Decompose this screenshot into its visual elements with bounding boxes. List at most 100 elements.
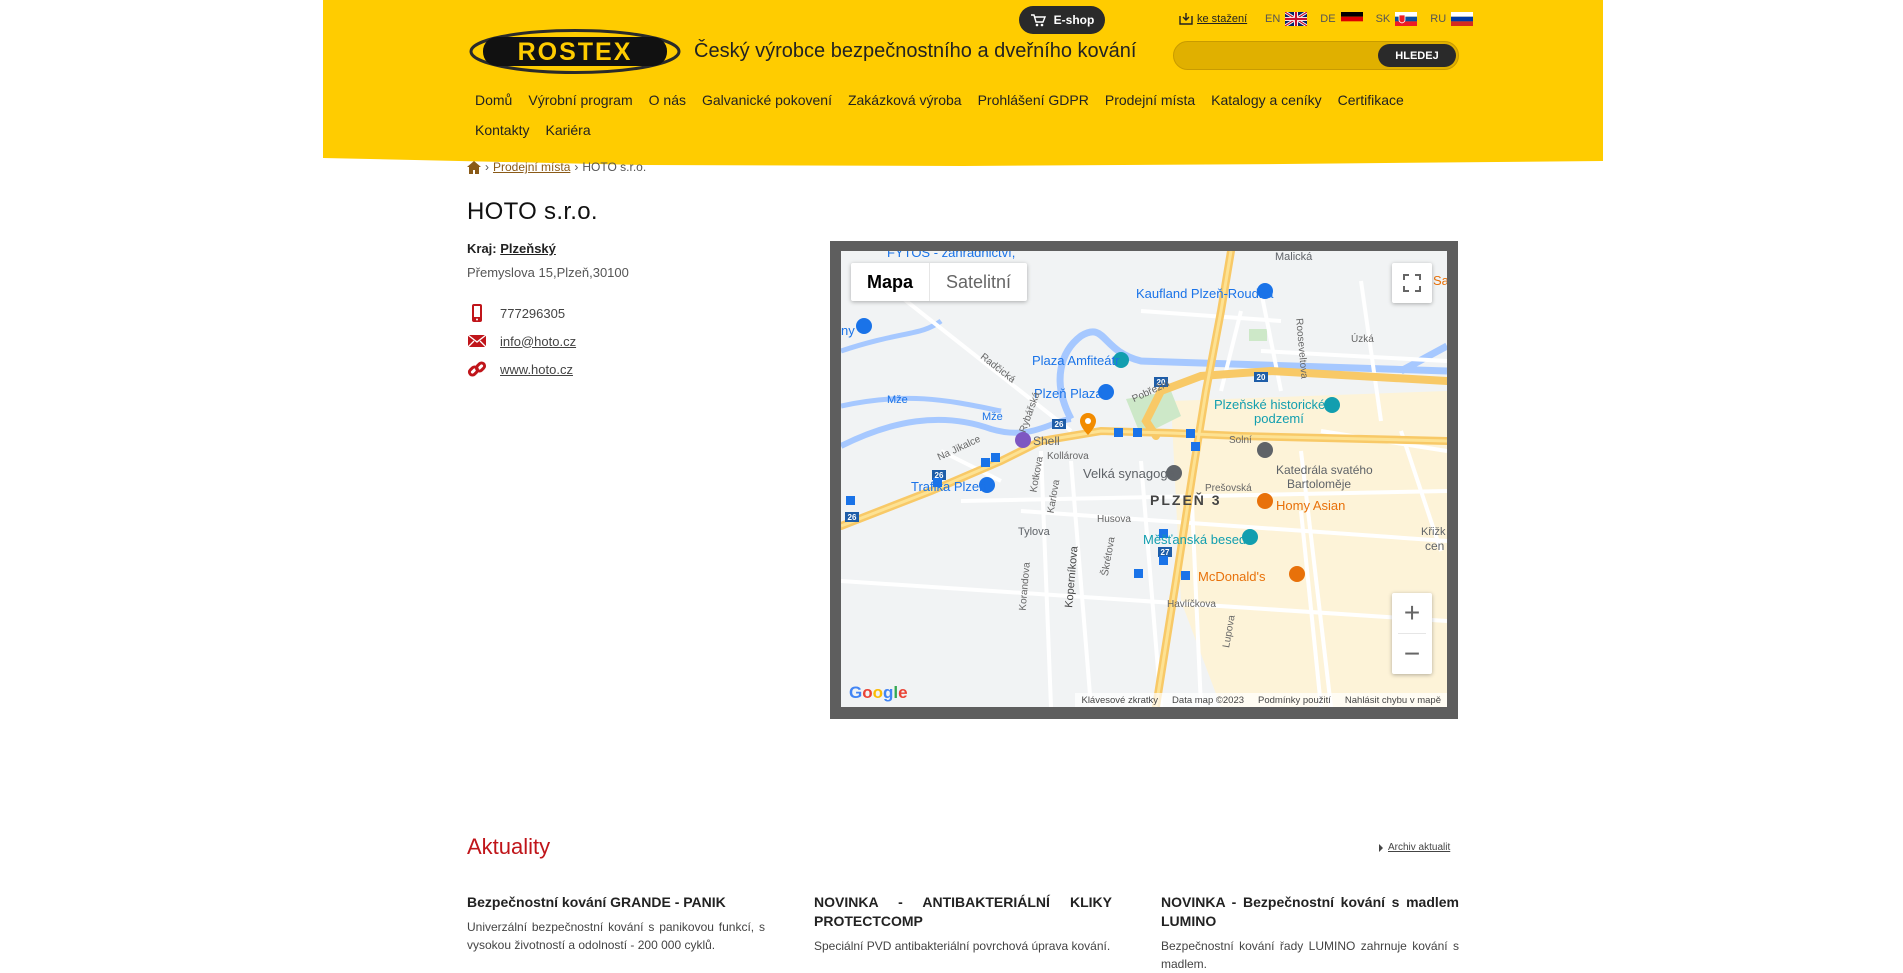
google-map[interactable]: 20 20 26 26 26 27 FYTOS - zahradnictví, … (841, 251, 1447, 707)
map-label: FYTOS - zahradnictví, (887, 251, 1016, 260)
logo-text: ROSTEX (518, 38, 633, 66)
news-item-text: Univerzální bezpečnostní kování s paniko… (467, 920, 765, 952)
region: Kraj: Plzeňský (467, 241, 556, 256)
route-27: 27 (1161, 548, 1170, 557)
map-label: Katedrála svatého (1276, 463, 1373, 477)
search-button[interactable]: HLEDEJ (1378, 44, 1456, 67)
ru-flag-icon[interactable] (1451, 12, 1474, 26)
report-error-link[interactable]: Nahlásit chybu v mapě (1345, 695, 1441, 706)
search-input[interactable] (1186, 42, 1350, 71)
lang-sk[interactable]: SK (1376, 13, 1391, 25)
phone-number: 777296305 (500, 305, 566, 321)
email-link[interactable]: info@hoto.cz (500, 334, 576, 349)
map-label: Shell (1033, 434, 1060, 448)
map-label: Trafika Plzeň (911, 479, 987, 494)
phone-icon (472, 304, 482, 322)
nav-item-kontakty[interactable]: Kontakty (467, 122, 537, 139)
web-link[interactable]: www.hoto.cz (500, 362, 573, 377)
map-label: Plzeň Plaza (1034, 386, 1103, 401)
site-tagline: Český výrobce bezpečnostního a dveřního … (694, 40, 1137, 62)
news-item-title[interactable]: NOVINKA - Bezpečnostní kování s madlem L… (1161, 893, 1459, 931)
envelope-icon (467, 334, 487, 348)
nav-item-certifikace[interactable]: Certifikace (1330, 92, 1412, 109)
nav-item-katalogy[interactable]: Katalogy a ceníky (1203, 92, 1330, 109)
zoom-out-button[interactable]: − (1392, 634, 1432, 674)
map-label: Mže (982, 411, 1003, 423)
nav-item-galvanicke-pokoveni[interactable]: Galvanické pokovení (694, 92, 840, 109)
lang-de[interactable]: DE (1320, 13, 1335, 25)
nav-item-gdpr[interactable]: Prohlášení GDPR (970, 92, 1097, 109)
map-type-map-button[interactable]: Mapa (851, 263, 929, 301)
fullscreen-icon (1403, 274, 1421, 292)
region-label: Kraj: (467, 241, 497, 256)
breadcrumb-separator: › (485, 160, 489, 174)
breadcrumb: › Prodejní místa › HOTO s.r.o. (467, 160, 646, 174)
rostex-logo[interactable]: ROSTEX (468, 28, 682, 75)
breadcrumb-link-prodejni-mista[interactable]: Prodejní místa (493, 160, 570, 174)
lang-en[interactable]: EN (1265, 13, 1280, 25)
region-link[interactable]: Plzeňský (500, 241, 556, 256)
zoom-control: + − (1392, 593, 1432, 674)
lang-ru[interactable]: RU (1430, 13, 1446, 25)
route-20-b: 20 (1257, 373, 1266, 382)
map-attribution: Klávesové zkratky Data map ©2023 Podmínk… (1075, 693, 1447, 707)
nav-item-vyrobni-program[interactable]: Výrobní program (520, 92, 640, 109)
download-label[interactable]: ke stažení (1197, 13, 1247, 25)
keyboard-shortcuts-link[interactable]: Klávesové zkratky (1081, 695, 1158, 706)
sk-flag-icon[interactable] (1395, 12, 1418, 26)
map-label: Křižk (1421, 526, 1446, 538)
uk-flag-icon[interactable] (1284, 10, 1309, 28)
email-row: info@hoto.cz (467, 331, 576, 351)
news-item-title[interactable]: NOVINKA - ANTIBAKTERIÁLNÍ KLIKY PROTECTC… (814, 893, 1112, 931)
map-label: Homy Asian (1276, 498, 1346, 513)
language-switcher: EN DE SK RU (1265, 10, 1481, 28)
map-frame: 20 20 26 26 26 27 FYTOS - zahradnictví, … (830, 241, 1458, 719)
nav-item-o-nas[interactable]: O nás (641, 92, 694, 109)
main-nav: Domů Výrobní program O nás Galvanické po… (467, 92, 1457, 139)
map-type-control: Mapa Satelitní (851, 263, 1028, 301)
news-item-title[interactable]: Bezpečnostní kování GRANDE - PANIK (467, 893, 765, 912)
map-label: Sa (1433, 273, 1447, 288)
chevron-right-icon (1379, 843, 1383, 852)
map-type-satellite-button[interactable]: Satelitní (929, 263, 1027, 301)
zoom-in-button[interactable]: + (1392, 593, 1432, 633)
map-label: Tylova (1018, 526, 1050, 538)
web-row: www.hoto.cz (467, 359, 573, 379)
map-label: Solní (1229, 435, 1252, 446)
terms-link[interactable]: Podmínky použití (1258, 695, 1331, 706)
map-label: Malická (1275, 251, 1313, 263)
page-title: HOTO s.r.o. (467, 198, 598, 225)
address: Přemyslova 15,Plzeň,30100 (467, 265, 629, 280)
nav-item-domu[interactable]: Domů (467, 92, 520, 109)
download-link[interactable]: ke stažení (1179, 12, 1247, 25)
map-label: ny (841, 323, 855, 338)
map-label: podzemí (1254, 411, 1304, 426)
map-label: Plzeňské historické (1214, 397, 1326, 412)
map-label: Velká synagoga (1083, 466, 1175, 481)
eshop-button[interactable]: E-shop (1019, 6, 1105, 34)
breadcrumb-current: HOTO s.r.o. (582, 160, 647, 174)
home-icon[interactable] (467, 160, 481, 174)
map-label: Úzká (1351, 334, 1374, 345)
download-icon (1179, 13, 1193, 25)
map-label: Husova (1097, 514, 1131, 525)
de-flag-icon[interactable] (1340, 12, 1363, 26)
map-data-text: Data map ©2023 (1172, 694, 1245, 706)
eshop-label: E-shop (1053, 13, 1095, 27)
news-archive[interactable]: Archiv aktualit (1378, 842, 1450, 853)
google-logo[interactable]: Google (849, 683, 908, 703)
nav-item-kariera[interactable]: Kariéra (537, 122, 598, 139)
map-label: McDonald's (1198, 569, 1266, 584)
map-label: Bartoloměje (1287, 477, 1352, 491)
map-label: Prešovská (1205, 483, 1252, 494)
nav-item-zakazkova-vyroba[interactable]: Zakázková výroba (840, 92, 970, 109)
fullscreen-button[interactable] (1392, 263, 1432, 303)
map-label: cen (1425, 539, 1445, 553)
nav-item-prodejni-mista[interactable]: Prodejní místa (1097, 92, 1203, 109)
news-item: NOVINKA - ANTIBAKTERIÁLNÍ KLIKY PROTECTC… (814, 893, 1112, 955)
phone-row: 777296305 (467, 303, 565, 323)
map-label: Havlíčkova (1167, 599, 1216, 610)
news-item: NOVINKA - Bezpečnostní kování s madlem L… (1161, 893, 1459, 973)
archive-link[interactable]: Archiv aktualit (1388, 842, 1450, 853)
link-icon (467, 361, 487, 377)
